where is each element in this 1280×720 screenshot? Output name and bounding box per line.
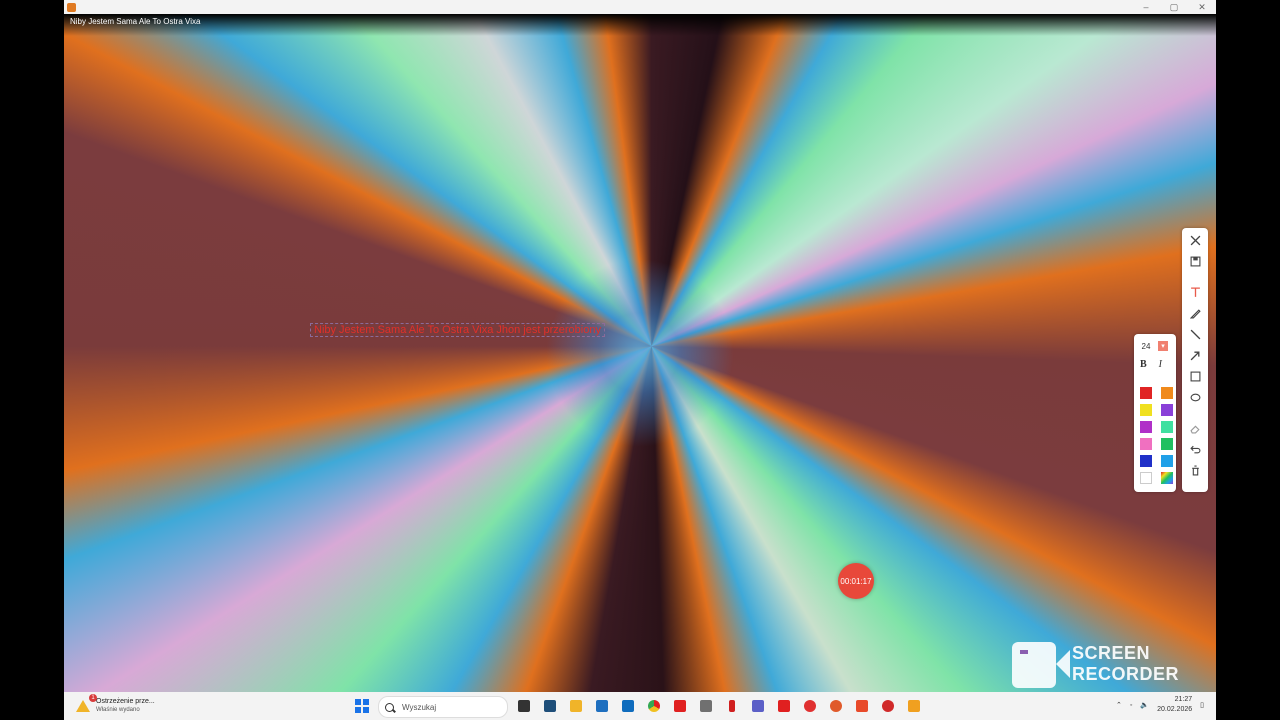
annotation-text-box[interactable]: Niby Jestem Sama Ale To Ostra Vixa Jhon … (310, 323, 605, 337)
outlook-app-icon[interactable] (618, 698, 638, 714)
clock-date: 20.02.2026 (1157, 706, 1193, 713)
rectangle-icon[interactable] (1184, 366, 1206, 387)
color-swatch-violet[interactable] (1161, 404, 1173, 416)
line-icon[interactable] (1184, 324, 1206, 345)
media-app-icon[interactable] (904, 698, 924, 714)
netflix-app-icon[interactable] (722, 698, 742, 714)
maximize-button[interactable]: ▢ (1160, 0, 1188, 14)
teams-app-icon[interactable] (748, 698, 768, 714)
taskbar-search[interactable]: Wyszukaj (378, 696, 508, 718)
recording-timer[interactable]: 00:01:17 (838, 563, 874, 599)
volume-icon[interactable]: 🔈 (1140, 701, 1149, 709)
warning-icon: 1 (76, 694, 97, 712)
format-row: B I (1140, 359, 1162, 370)
font-size-value[interactable]: 24 (1138, 342, 1154, 351)
taskbar: 1 Ostrzeżenie prze... Właśnie wydano Wys… (64, 692, 1216, 720)
color-swatch-purple[interactable] (1140, 421, 1152, 433)
ellipse-icon[interactable] (1184, 387, 1206, 408)
video-title: Niby Jestem Sama Ale To Ostra Vixa (70, 17, 201, 26)
color-swatch-custom[interactable] (1161, 472, 1173, 484)
file-explorer-icon[interactable] (566, 698, 586, 714)
minimize-button[interactable]: – (1132, 0, 1160, 14)
arrow-icon[interactable] (1184, 345, 1206, 366)
recorder-app-icon[interactable] (826, 698, 846, 714)
window-controls: – ▢ ✕ (1132, 0, 1216, 14)
save-icon[interactable] (1184, 251, 1206, 272)
video-canvas[interactable] (64, 14, 1216, 692)
tray-chevron-icon[interactable]: ⌃ (1116, 701, 1122, 709)
chrome-app-icon[interactable] (644, 698, 664, 714)
screen-recorder-watermark: SCREEN RECORDER (1012, 640, 1179, 688)
watermark-line2: RECORDER (1072, 664, 1180, 684)
color-swatch-sky[interactable] (1161, 455, 1173, 467)
color-swatches (1140, 387, 1173, 484)
color-swatch-orange[interactable] (1161, 387, 1173, 399)
search-icon (385, 702, 394, 712)
style-palette: 24 ▾ B I (1134, 334, 1176, 492)
pencil-icon[interactable] (1184, 303, 1206, 324)
close-icon[interactable] (1184, 230, 1206, 251)
system-tray: ⌃ ◦ 🔈 21:27 20.02.2026 ▯ (1116, 695, 1204, 715)
store-app-icon[interactable] (592, 698, 612, 714)
notification-badge: 1 (89, 694, 97, 702)
font-size-row: 24 ▾ (1138, 341, 1168, 351)
color-swatch-green[interactable] (1161, 438, 1173, 450)
streaming-app-icon[interactable] (878, 698, 898, 714)
color-swatch-blue[interactable] (1140, 455, 1152, 467)
taskbar-apps (514, 698, 924, 714)
color-swatch-red[interactable] (1140, 387, 1152, 399)
clock-time: 21:27 (1174, 696, 1193, 703)
color-swatch-mint[interactable] (1161, 421, 1173, 433)
notification-title: Ostrzeżenie prze... (96, 698, 155, 705)
notification-subtitle: Właśnie wydano (96, 707, 140, 713)
clock[interactable]: 21:27 20.02.2026 (1157, 695, 1192, 715)
font-size-dropdown[interactable]: ▾ (1158, 341, 1168, 351)
search-placeholder: Wyszukaj (402, 702, 437, 712)
notifications-icon[interactable]: ▯ (1200, 701, 1204, 709)
color-swatch-white[interactable] (1140, 472, 1152, 484)
screen-recorder-app-icon[interactable] (852, 698, 872, 714)
start-button[interactable] (355, 699, 369, 713)
eraser-icon[interactable] (1184, 418, 1206, 439)
bold-button[interactable]: B (1140, 359, 1147, 370)
video-top-shade (64, 14, 1216, 36)
app-window: – ▢ ✕ Niby Jestem Sama Ale To Ostra Vixa… (64, 0, 1216, 692)
youtube-app-icon[interactable] (670, 698, 690, 714)
watermark-text: SCREEN RECORDER (1072, 643, 1179, 685)
camera-icon (1012, 640, 1070, 688)
annotation-toolbar (1182, 228, 1208, 492)
network-icon[interactable]: ◦ (1130, 702, 1132, 709)
undo-icon[interactable] (1184, 439, 1206, 460)
color-swatch-pink[interactable] (1140, 438, 1152, 450)
close-button[interactable]: ✕ (1188, 0, 1216, 14)
trash-icon[interactable] (1184, 460, 1206, 481)
youtube-music-icon[interactable] (774, 698, 794, 714)
weather-alert-widget[interactable]: 1 Ostrzeżenie prze... Właśnie wydano (76, 694, 155, 715)
opera-app-icon[interactable] (800, 698, 820, 714)
text-icon[interactable] (1184, 282, 1206, 303)
terminal-app-icon[interactable] (540, 698, 560, 714)
app-icon (67, 2, 76, 12)
watermark-line1: SCREEN (1072, 643, 1151, 663)
calculator-app-icon[interactable] (696, 698, 716, 714)
window-titlebar: – ▢ ✕ (64, 0, 1216, 14)
color-swatch-yellow[interactable] (1140, 404, 1152, 416)
italic-button[interactable]: I (1159, 359, 1162, 370)
task-view-icon[interactable] (514, 698, 534, 714)
